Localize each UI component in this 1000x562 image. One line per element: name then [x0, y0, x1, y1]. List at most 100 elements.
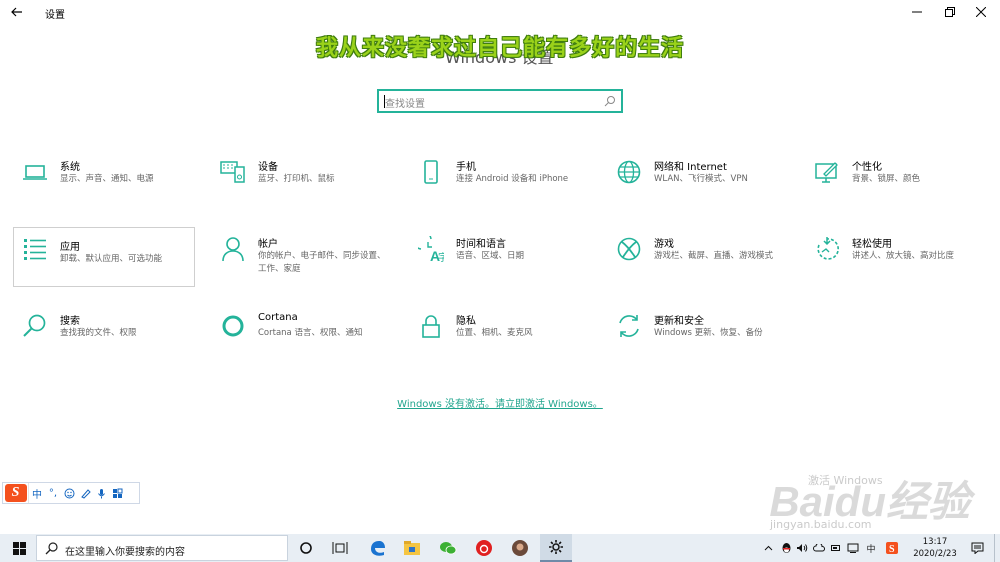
tray-ime-mode[interactable]: 中: [864, 534, 878, 562]
sogou-logo[interactable]: S: [3, 483, 29, 503]
show-desktop-button[interactable]: [994, 534, 1000, 562]
category-accounts[interactable]: 帐户 你的帐户、电子邮件、同步设置、工作、家庭: [212, 234, 394, 294]
minimize-button[interactable]: [902, 2, 932, 22]
microphone-icon[interactable]: [93, 483, 109, 503]
category-name: 更新和安全: [654, 316, 704, 327]
back-button[interactable]: [6, 2, 28, 22]
tray-volume[interactable]: [795, 534, 809, 562]
category-name: 隐私: [456, 316, 476, 327]
skin-icon[interactable]: [77, 483, 93, 503]
category-desc: 显示、声音、通知、电源: [60, 174, 154, 184]
taskbar-clock[interactable]: 13:17 2020/2/23: [910, 536, 960, 560]
notification-icon: [971, 542, 983, 554]
ime-toolbar: S 中 °,: [2, 482, 140, 504]
category-gaming[interactable]: 游戏 游戏栏、截屏、直播、游戏模式: [608, 234, 790, 294]
search-icon: [45, 542, 58, 555]
settings-search-input[interactable]: 查找设置: [377, 89, 623, 113]
cloud-icon: [813, 544, 825, 552]
task-view-button[interactable]: [324, 534, 356, 562]
ime-mode[interactable]: 中: [29, 483, 45, 503]
phone-icon: [418, 159, 444, 185]
clock-date: 2020/2/23: [913, 549, 957, 559]
gear-icon: [549, 540, 563, 554]
activate-windows-link[interactable]: Windows 没有激活。请立即激活 Windows。: [0, 395, 1000, 410]
qq-penguin-icon: [782, 543, 790, 553]
clock-time: 13:17: [922, 537, 948, 547]
category-phone[interactable]: 手机 连接 Android 设备和 iPhone: [410, 157, 592, 217]
taskbar-search-box[interactable]: 在这里输入你要搜索的内容: [36, 535, 288, 561]
category-privacy[interactable]: 隐私 位置、相机、麦克风: [410, 311, 592, 371]
ime-punct[interactable]: °,: [45, 483, 61, 503]
avatar-photo-icon: [512, 540, 528, 556]
category-name: 个性化: [852, 162, 882, 173]
category-search[interactable]: 搜索 查找我的文件、权限: [14, 311, 196, 371]
restore-icon: [945, 7, 955, 17]
laptop-icon: [22, 159, 48, 185]
tray-network[interactable]: [846, 534, 860, 562]
watermark-url: jingyan.baidu.com: [770, 518, 872, 531]
devices-icon: [220, 159, 246, 185]
category-desc: 游戏栏、截屏、直播、游戏模式: [654, 251, 774, 261]
search-icon: [604, 96, 615, 107]
svg-text:字: 字: [438, 251, 444, 262]
category-desc: 卸载、默认应用、可选功能: [60, 254, 163, 264]
category-time-language[interactable]: A字 时间和语言 语音、区域、日期: [410, 234, 592, 294]
window-title: 设置: [45, 10, 65, 21]
category-cortana[interactable]: Cortana Cortana 语言、权限、通知: [212, 311, 394, 371]
category-desc: 位置、相机、麦克风: [456, 328, 533, 338]
taskbar-photo-app[interactable]: [504, 534, 536, 562]
cortana-circle-icon: [300, 542, 312, 554]
time-language-icon: A字: [418, 236, 444, 262]
category-desc: Windows 更新、恢复、备份: [654, 328, 763, 338]
category-update-security[interactable]: 更新和安全 Windows 更新、恢复、备份: [608, 311, 790, 371]
wechat-icon: [440, 542, 457, 555]
title-bar: 设置: [0, 0, 1000, 24]
maximize-button[interactable]: [935, 2, 965, 22]
category-apps[interactable]: 应用 卸载、默认应用、可选功能: [13, 227, 195, 287]
close-icon: [976, 7, 986, 17]
category-name: 游戏: [654, 239, 674, 250]
apps-list-icon: [22, 236, 48, 262]
tray-overflow-button[interactable]: [762, 534, 774, 562]
taskbar-wechat[interactable]: [432, 534, 464, 562]
category-desc: 查找我的文件、权限: [60, 328, 137, 338]
lock-icon: [418, 313, 444, 339]
category-name: 帐户: [258, 239, 278, 250]
category-name: 时间和语言: [456, 239, 506, 250]
taskbar-settings[interactable]: [540, 534, 572, 562]
tray-sogou[interactable]: S: [884, 534, 900, 562]
globe-icon: [616, 159, 642, 185]
category-network[interactable]: 网络和 Internet WLAN、飞行模式、VPN: [608, 157, 790, 217]
taskbar: 在这里输入你要搜索的内容 中 S 13:17 2020/2/23: [0, 534, 1000, 562]
close-button[interactable]: [966, 2, 996, 22]
category-desc: 讲述人、放大镜、高对比度: [852, 251, 955, 261]
file-explorer-icon: [404, 541, 420, 555]
action-center-button[interactable]: [966, 534, 988, 562]
cortana-button[interactable]: [290, 534, 322, 562]
category-devices[interactable]: 设备 蓝牙、打印机、鼠标: [212, 157, 394, 217]
emoji-icon[interactable]: [61, 483, 77, 503]
tray-qq[interactable]: [778, 534, 794, 562]
minimize-icon: [912, 11, 922, 13]
tray-cloud[interactable]: [812, 534, 826, 562]
taskbar-edge[interactable]: [362, 534, 394, 562]
settings-window: 设置 Windows 设置 我从来没奢求过自己能有多好的生活 查找设置 系统 显…: [0, 0, 1000, 562]
windows-logo-icon: [12, 541, 26, 555]
arrow-left-icon: [11, 7, 22, 17]
toolbox-icon[interactable]: [109, 483, 125, 503]
update-icon: [616, 313, 642, 339]
category-personalization[interactable]: 个性化 背景、锁屏、颜色: [806, 157, 988, 217]
category-system[interactable]: 系统 显示、声音、通知、电源: [14, 157, 196, 217]
overlay-caption: 我从来没奢求过自己能有多好的生活: [315, 36, 684, 61]
chevron-up-icon: [764, 545, 772, 551]
category-name: 系统: [60, 162, 80, 173]
tray-battery[interactable]: [830, 534, 842, 562]
category-name: 搜索: [60, 316, 80, 327]
xbox-icon: [616, 236, 642, 262]
sogou-icon: S: [886, 542, 898, 554]
category-name: 网络和 Internet: [654, 162, 727, 173]
start-button[interactable]: [4, 534, 34, 562]
taskbar-netease-music[interactable]: [468, 534, 500, 562]
taskbar-explorer[interactable]: [396, 534, 428, 562]
category-ease-of-access[interactable]: 轻松使用 讲述人、放大镜、高对比度: [806, 234, 988, 294]
